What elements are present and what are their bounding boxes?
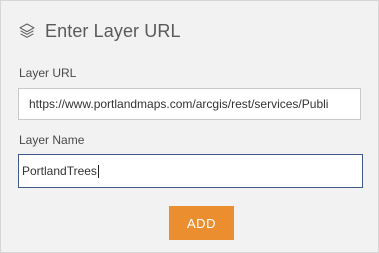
panel-header: Enter Layer URL [18, 19, 181, 43]
text-caret [97, 165, 99, 179]
enter-layer-url-panel: Enter Layer URL Layer URL https://www.po… [0, 0, 379, 253]
panel-title: Enter Layer URL [45, 20, 181, 41]
layer-url-input[interactable]: https://www.portlandmaps.com/arcgis/rest… [18, 88, 361, 120]
layers-icon [18, 22, 36, 40]
layer-name-input[interactable]: PortlandTrees [18, 154, 363, 188]
add-button[interactable]: ADD [169, 206, 234, 240]
layer-name-value: PortlandTrees [22, 164, 97, 178]
layer-url-value: https://www.portlandmaps.com/arcgis/rest… [29, 97, 329, 111]
layer-url-label: Layer URL [19, 66, 77, 80]
layer-name-label: Layer Name [19, 133, 85, 147]
